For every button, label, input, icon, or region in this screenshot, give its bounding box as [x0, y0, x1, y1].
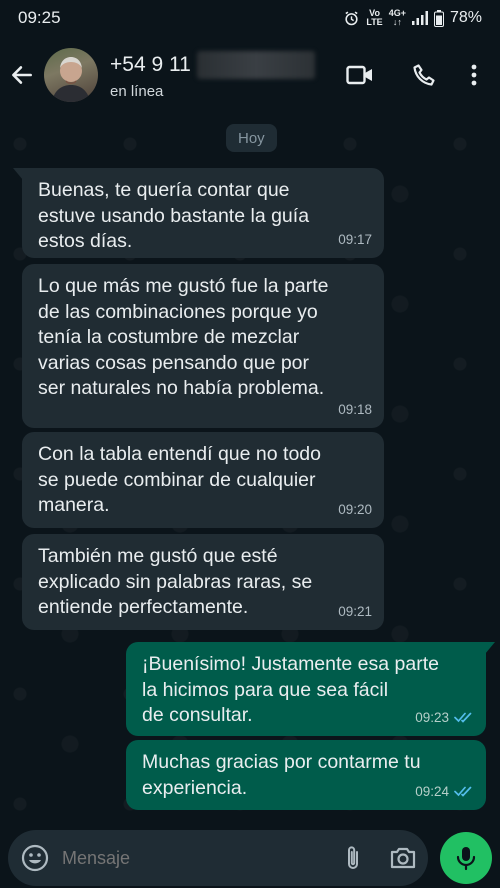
- microphone-icon: [456, 847, 476, 871]
- status-time: 09:25: [18, 8, 61, 27]
- message-text: Lo que más me gustó fue la parte de las …: [38, 275, 329, 399]
- attach-button[interactable]: [328, 844, 378, 872]
- paperclip-icon: [348, 846, 358, 869]
- status-icons: Vo LTE 4G+ ↓↑ 78%: [343, 9, 482, 27]
- back-button[interactable]: [0, 62, 44, 88]
- date-chip: Hoy: [226, 124, 277, 152]
- contact-name: +54 9 11: [110, 50, 328, 79]
- video-call-icon: [346, 65, 372, 85]
- chat-header: +54 9 11 en línea: [0, 36, 500, 114]
- voice-call-button[interactable]: [392, 63, 456, 87]
- video-call-button[interactable]: [328, 63, 392, 87]
- chat-area[interactable]: Hoy Buenas, te quería contar que estuve …: [0, 114, 500, 822]
- message-bubble-incoming[interactable]: Buenas, te quería contar que estuve usan…: [13, 168, 384, 258]
- redacted-number: [196, 50, 315, 79]
- message-text: Buenas, te quería contar que estuve usan…: [38, 179, 310, 252]
- message-time: 09:18: [338, 401, 372, 417]
- message-text: También me gustó que esté explicado sin …: [38, 545, 313, 618]
- message-bubble-outgoing[interactable]: Muchas gracias por contarme tu experienc…: [126, 740, 486, 810]
- message-bubble-incoming[interactable]: Lo que más me gustó fue la parte de las …: [22, 264, 384, 428]
- message-bubble-incoming[interactable]: También me gustó que esté explicado sin …: [22, 534, 384, 630]
- message-time: 09:17: [338, 231, 372, 247]
- emoji-button[interactable]: [8, 844, 62, 872]
- voice-message-button[interactable]: [440, 832, 492, 884]
- battery-icon: [433, 9, 444, 27]
- avatar[interactable]: [44, 48, 98, 102]
- message-composer: [8, 830, 428, 886]
- volte-indicator: Vo LTE: [366, 8, 383, 27]
- more-options-button[interactable]: [456, 63, 492, 87]
- contact-status: en línea: [110, 82, 164, 100]
- emoji-icon: [21, 844, 49, 872]
- camera-button[interactable]: [378, 846, 428, 870]
- network-type-indicator: 4G+ ↓↑: [388, 8, 406, 27]
- more-vert-icon: [471, 64, 477, 86]
- message-bubble-incoming[interactable]: Con la tabla entendí que no todo se pued…: [22, 432, 384, 528]
- signal-icon: [411, 11, 428, 25]
- message-input[interactable]: [62, 847, 328, 869]
- message-time: 09:24: [415, 783, 449, 799]
- message-time: 09:20: [338, 501, 372, 517]
- battery-level: 78%: [449, 9, 482, 26]
- back-arrow-icon: [12, 66, 32, 84]
- message-bubble-outgoing[interactable]: ¡Buenísimo! Justamente esa parte la hici…: [126, 642, 495, 736]
- alarm-icon: [345, 10, 358, 25]
- contact-info[interactable]: +54 9 11 en línea: [110, 50, 328, 100]
- status-bar: 09:25 Vo LTE 4G+ ↓↑ 78%: [0, 0, 500, 36]
- message-text: Con la tabla entendí que no todo se pued…: [38, 443, 321, 516]
- message-time: 09:23: [415, 709, 449, 725]
- phone-icon: [413, 64, 435, 86]
- double-check-read-icon: [454, 712, 472, 723]
- contact-phone-prefix: +54 9 11: [110, 52, 191, 76]
- double-check-read-icon: [454, 786, 472, 797]
- camera-icon: [390, 847, 416, 869]
- message-time: 09:21: [338, 603, 372, 619]
